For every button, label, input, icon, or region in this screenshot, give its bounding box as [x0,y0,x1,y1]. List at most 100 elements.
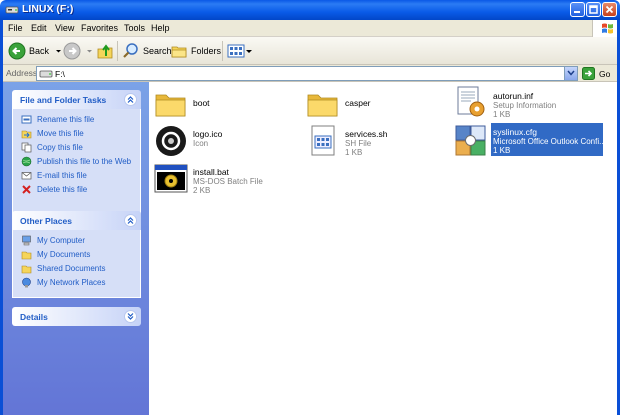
file-name: casper [345,98,371,108]
chevron-down-icon[interactable] [85,47,94,55]
file-size: 1 KB [345,148,363,157]
file-item-install[interactable]: install.bat MS-DOS Batch File 2 KB [154,162,294,200]
search-button[interactable]: Search [122,41,172,61]
task-rename[interactable]: Rename this file [21,114,94,125]
window-title: LINUX (F:) [22,3,74,15]
maximize-button[interactable] [586,2,601,17]
menu-file[interactable]: File [8,23,23,33]
expand-button[interactable] [124,310,137,323]
details-panel: Details [12,307,141,326]
chevron-down-icon [567,70,575,76]
task-email[interactable]: E-mail this file [21,170,87,181]
task-label: E-mail this file [37,171,87,180]
panel-header[interactable]: File and Folder Tasks [12,90,141,109]
file-item-autorun[interactable]: autorun.inf Setup Information 1 KB [454,86,604,124]
folders-label: Folders [191,46,222,56]
file-name: install.bat [193,167,229,177]
minimize-button[interactable] [570,2,585,17]
file-item-services[interactable]: services.sh SH File 1 KB [306,124,446,162]
go-button[interactable]: Go [582,67,610,80]
panel-header[interactable]: Details [12,307,141,326]
file-size: 2 KB [193,186,211,195]
task-label: Delete this file [37,185,88,194]
folder-icon [307,94,338,117]
minimize-icon [574,11,580,13]
move-icon [21,130,32,139]
menu-favorites[interactable]: Favorites [81,23,118,33]
address-value: F:\ [55,69,65,79]
collapse-button[interactable] [124,214,137,227]
file-item-boot[interactable]: boot [154,87,294,125]
file-type: Setup Information [493,101,557,110]
publish-web-icon [21,156,32,167]
file-name: syslinux.cfg [493,127,537,137]
drive-icon [5,6,19,14]
folders-icon [171,46,187,58]
other-places-panel: Other Places My Computer My Documents Sh… [12,211,141,298]
go-arrow-icon [582,67,595,80]
views-icon [227,44,245,58]
chevron-down-icon[interactable] [54,47,63,55]
up-folder-icon [97,44,113,59]
address-label: Address [6,68,38,78]
close-icon [605,5,614,14]
delete-icon [22,185,31,194]
file-name: boot [193,98,210,108]
place-shared-documents[interactable]: Shared Documents [21,263,105,274]
toolbar-separator [222,41,223,61]
folders-button[interactable]: Folders [170,41,221,61]
task-copy[interactable]: Copy this file [21,142,83,153]
close-button[interactable] [602,2,617,17]
collapse-button[interactable] [124,93,137,106]
back-arrow-icon [8,42,26,60]
file-type: SH File [345,139,372,148]
place-my-network-places[interactable]: My Network Places [21,277,105,288]
task-label: Rename this file [37,115,95,124]
up-folder-button[interactable] [96,41,114,61]
forward-arrow-icon [63,42,81,60]
copy-icon [21,142,32,153]
menu-bar: File Edit View Favorites Tools Help [0,20,620,37]
network-icon [22,277,31,288]
file-item-casper[interactable]: casper [306,87,446,125]
outlook-config-icon [455,125,486,156]
file-type: MS-DOS Batch File [193,177,263,186]
file-item-syslinux[interactable]: syslinux.cfg Microsoft Office Outlook Co… [454,122,609,160]
address-dropdown-button[interactable] [564,67,577,80]
setup-info-icon [457,86,485,117]
file-item-logo[interactable]: logo.ico Icon [154,124,294,162]
place-my-computer[interactable]: My Computer [21,235,85,246]
email-icon [21,172,32,180]
panel-title: Details [20,312,48,322]
task-delete[interactable]: Delete this file [21,184,87,195]
views-button[interactable] [227,41,253,61]
task-label: Copy this file [37,143,83,152]
go-label: Go [599,68,611,79]
place-label: My Computer [37,236,86,245]
folder-icon [21,251,32,260]
chevron-down-icon [127,313,134,320]
back-label: Back [29,46,50,56]
computer-icon [22,235,31,246]
menu-tools[interactable]: Tools [124,23,145,33]
forward-button[interactable] [63,41,94,61]
ubuntu-logo-icon [156,126,186,156]
address-input[interactable]: F:\ [36,66,578,81]
menu-edit[interactable]: Edit [31,23,47,33]
panel-header[interactable]: Other Places [12,211,141,230]
rename-icon [21,115,32,124]
back-button[interactable]: Back [8,41,63,61]
panel-title: Other Places [20,216,72,226]
panel-title: File and Folder Tasks [20,95,107,105]
place-my-documents[interactable]: My Documents [21,249,90,260]
task-pane: File and Folder Tasks Rename this file M… [0,82,149,415]
task-label: Publish this file to the Web [37,157,132,166]
task-publish-web[interactable]: Publish this file to the Web [21,156,131,167]
menu-view[interactable]: View [55,23,74,33]
window-frame-left [0,20,3,415]
menu-help[interactable]: Help [151,23,170,33]
drive-icon [39,70,53,78]
task-move[interactable]: Move this file [21,128,84,139]
file-name: logo.ico [193,129,223,139]
toolbar-separator [117,41,118,61]
